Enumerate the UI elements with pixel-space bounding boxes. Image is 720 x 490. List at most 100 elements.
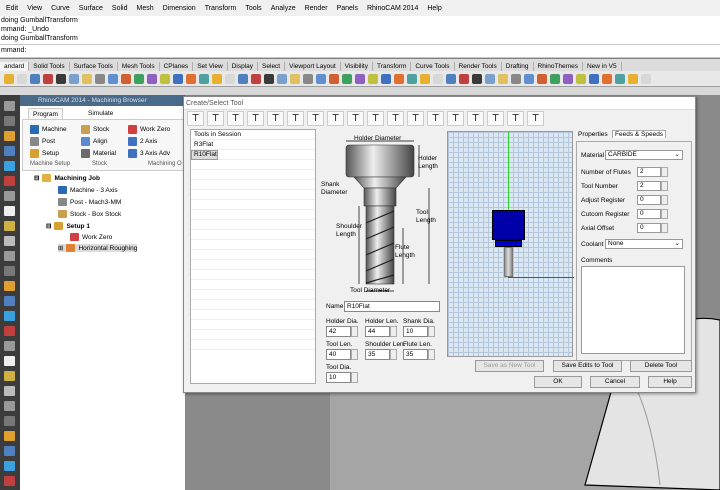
tree-horizontal-roughing[interactable]: ⊞ Horizontal Roughing	[58, 244, 138, 252]
toolbar-icon[interactable]	[173, 73, 183, 84]
toolbar-icon[interactable]	[537, 73, 547, 84]
left-tool-icon[interactable]	[4, 401, 15, 411]
coolant-select[interactable]: None ⌄	[605, 239, 683, 249]
toolbar-tab[interactable]: New in V5	[583, 62, 622, 71]
toolbar-icon[interactable]	[641, 73, 651, 84]
holder-dia-stepper[interactable]	[351, 326, 358, 337]
ok-button[interactable]: OK	[534, 376, 582, 388]
left-tool-icon[interactable]	[4, 341, 15, 351]
cutcom-register-stepper[interactable]	[661, 209, 668, 219]
toolbar-icon[interactable]	[576, 73, 586, 84]
left-tool-icon[interactable]	[4, 386, 15, 396]
tool-type-icon[interactable]: T	[207, 111, 224, 126]
toolbar-icon[interactable]	[264, 73, 274, 84]
adjust-register-stepper[interactable]	[661, 195, 668, 205]
toolbar-icon[interactable]	[498, 73, 508, 84]
menu-item[interactable]: Curve	[51, 5, 70, 12]
tool-type-icon[interactable]: T	[187, 111, 204, 126]
left-tool-icon[interactable]	[4, 371, 15, 381]
menu-item[interactable]: RhinoCAM 2014	[367, 5, 418, 12]
tool-number-stepper[interactable]	[661, 181, 668, 191]
tree-work-zero[interactable]: Work Zero	[70, 233, 112, 241]
menu-item[interactable]: Analyze	[271, 5, 296, 12]
tool-type-icon[interactable]: T	[387, 111, 404, 126]
left-tool-icon[interactable]	[4, 266, 15, 276]
list-item[interactable]: R3Flat	[191, 140, 315, 150]
shank-dia-field[interactable]: 10	[403, 326, 428, 337]
toolbar-tab[interactable]: Render Tools	[455, 62, 502, 71]
tool-type-icon[interactable]: T	[447, 111, 464, 126]
toolbar-icon[interactable]	[485, 73, 495, 84]
toolbar-icon[interactable]	[316, 73, 326, 84]
tool-len-stepper[interactable]	[351, 349, 358, 360]
flute-len-stepper[interactable]	[428, 349, 435, 360]
shoulder-len-stepper[interactable]	[390, 349, 397, 360]
tool-type-icon[interactable]: T	[227, 111, 244, 126]
toolbar-icon[interactable]	[4, 73, 14, 84]
axis3-button[interactable]: 3 Axis Adv	[128, 149, 170, 158]
toolbar-icon[interactable]	[407, 73, 417, 84]
tool-type-icon[interactable]: T	[507, 111, 524, 126]
tool-type-icon[interactable]: T	[427, 111, 444, 126]
setup-button[interactable]: Setup	[30, 149, 59, 158]
left-tool-icon[interactable]	[4, 416, 15, 426]
delete-tool-button[interactable]: Delete Tool	[630, 360, 692, 372]
shoulder-len-field[interactable]: 35	[365, 349, 390, 360]
cancel-button[interactable]: Cancel	[590, 376, 640, 388]
toolbar-icon[interactable]	[82, 73, 92, 84]
tree-post[interactable]: Post - Mach3-MM	[58, 198, 121, 206]
tree-machine[interactable]: Machine - 3 Axis	[58, 186, 118, 194]
toolbar-icon[interactable]	[459, 73, 469, 84]
toolbar-icon[interactable]	[420, 73, 430, 84]
toolbar-tab[interactable]: Mesh Tools	[118, 62, 160, 71]
tool-type-icon[interactable]: T	[307, 111, 324, 126]
stock-button[interactable]: Stock	[81, 125, 109, 134]
tool-type-icon[interactable]: T	[527, 111, 544, 126]
toolbar-tab[interactable]: andard	[0, 62, 30, 71]
toolbar-tab[interactable]: Set View	[193, 62, 228, 71]
toolbar-icon[interactable]	[602, 73, 612, 84]
tab-properties[interactable]: Properties	[578, 131, 608, 138]
toolbar-icon[interactable]	[212, 73, 222, 84]
tool-type-icon[interactable]: T	[467, 111, 484, 126]
post-button[interactable]: Post	[30, 137, 55, 146]
toolbar-icon[interactable]	[550, 73, 560, 84]
toolbar-icon[interactable]	[277, 73, 287, 84]
toolbar-icon[interactable]	[121, 73, 131, 84]
machine-button[interactable]: Machine	[30, 125, 67, 134]
axial-offset-field[interactable]: 0	[637, 223, 661, 233]
toolbar-tab[interactable]: CPlanes	[160, 62, 194, 71]
toolbar-tab[interactable]: Viewport Layout	[285, 62, 341, 71]
toolbar-icon[interactable]	[368, 73, 378, 84]
left-tool-icon[interactable]	[4, 101, 15, 111]
menu-item[interactable]: Surface	[79, 5, 103, 12]
toolbar-icon[interactable]	[342, 73, 352, 84]
tool-type-icon[interactable]: T	[407, 111, 424, 126]
left-tool-icon[interactable]	[4, 206, 15, 216]
toolbar-icon[interactable]	[147, 73, 157, 84]
help-button[interactable]: Help	[648, 376, 692, 388]
toolbar-icon[interactable]	[30, 73, 40, 84]
left-tool-icon[interactable]	[4, 236, 15, 246]
tool-type-icon[interactable]: T	[347, 111, 364, 126]
menu-item[interactable]: Render	[305, 5, 328, 12]
left-tool-icon[interactable]	[4, 251, 15, 261]
tab-program[interactable]: Program	[28, 108, 63, 119]
left-tool-icon[interactable]	[4, 431, 15, 441]
tool-3d-preview[interactable]	[447, 131, 574, 357]
flutes-field[interactable]: 2	[637, 167, 661, 177]
toolbar-icon[interactable]	[303, 73, 313, 84]
menu-item[interactable]: Mesh	[137, 5, 154, 12]
toolbar-icon[interactable]	[95, 73, 105, 84]
left-tool-icon[interactable]	[4, 281, 15, 291]
flute-len-field[interactable]: 35	[403, 349, 428, 360]
save-as-new-tool-button[interactable]: Save as New Tool	[475, 360, 544, 372]
tool-number-field[interactable]: 2	[637, 181, 661, 191]
menu-item[interactable]: Help	[427, 5, 441, 12]
toolbar-icon[interactable]	[251, 73, 261, 84]
left-tool-icon[interactable]	[4, 221, 15, 231]
left-tool-icon[interactable]	[4, 326, 15, 336]
toolbar-icon[interactable]	[511, 73, 521, 84]
left-tool-icon[interactable]	[4, 146, 15, 156]
left-tool-icon[interactable]	[4, 176, 15, 186]
